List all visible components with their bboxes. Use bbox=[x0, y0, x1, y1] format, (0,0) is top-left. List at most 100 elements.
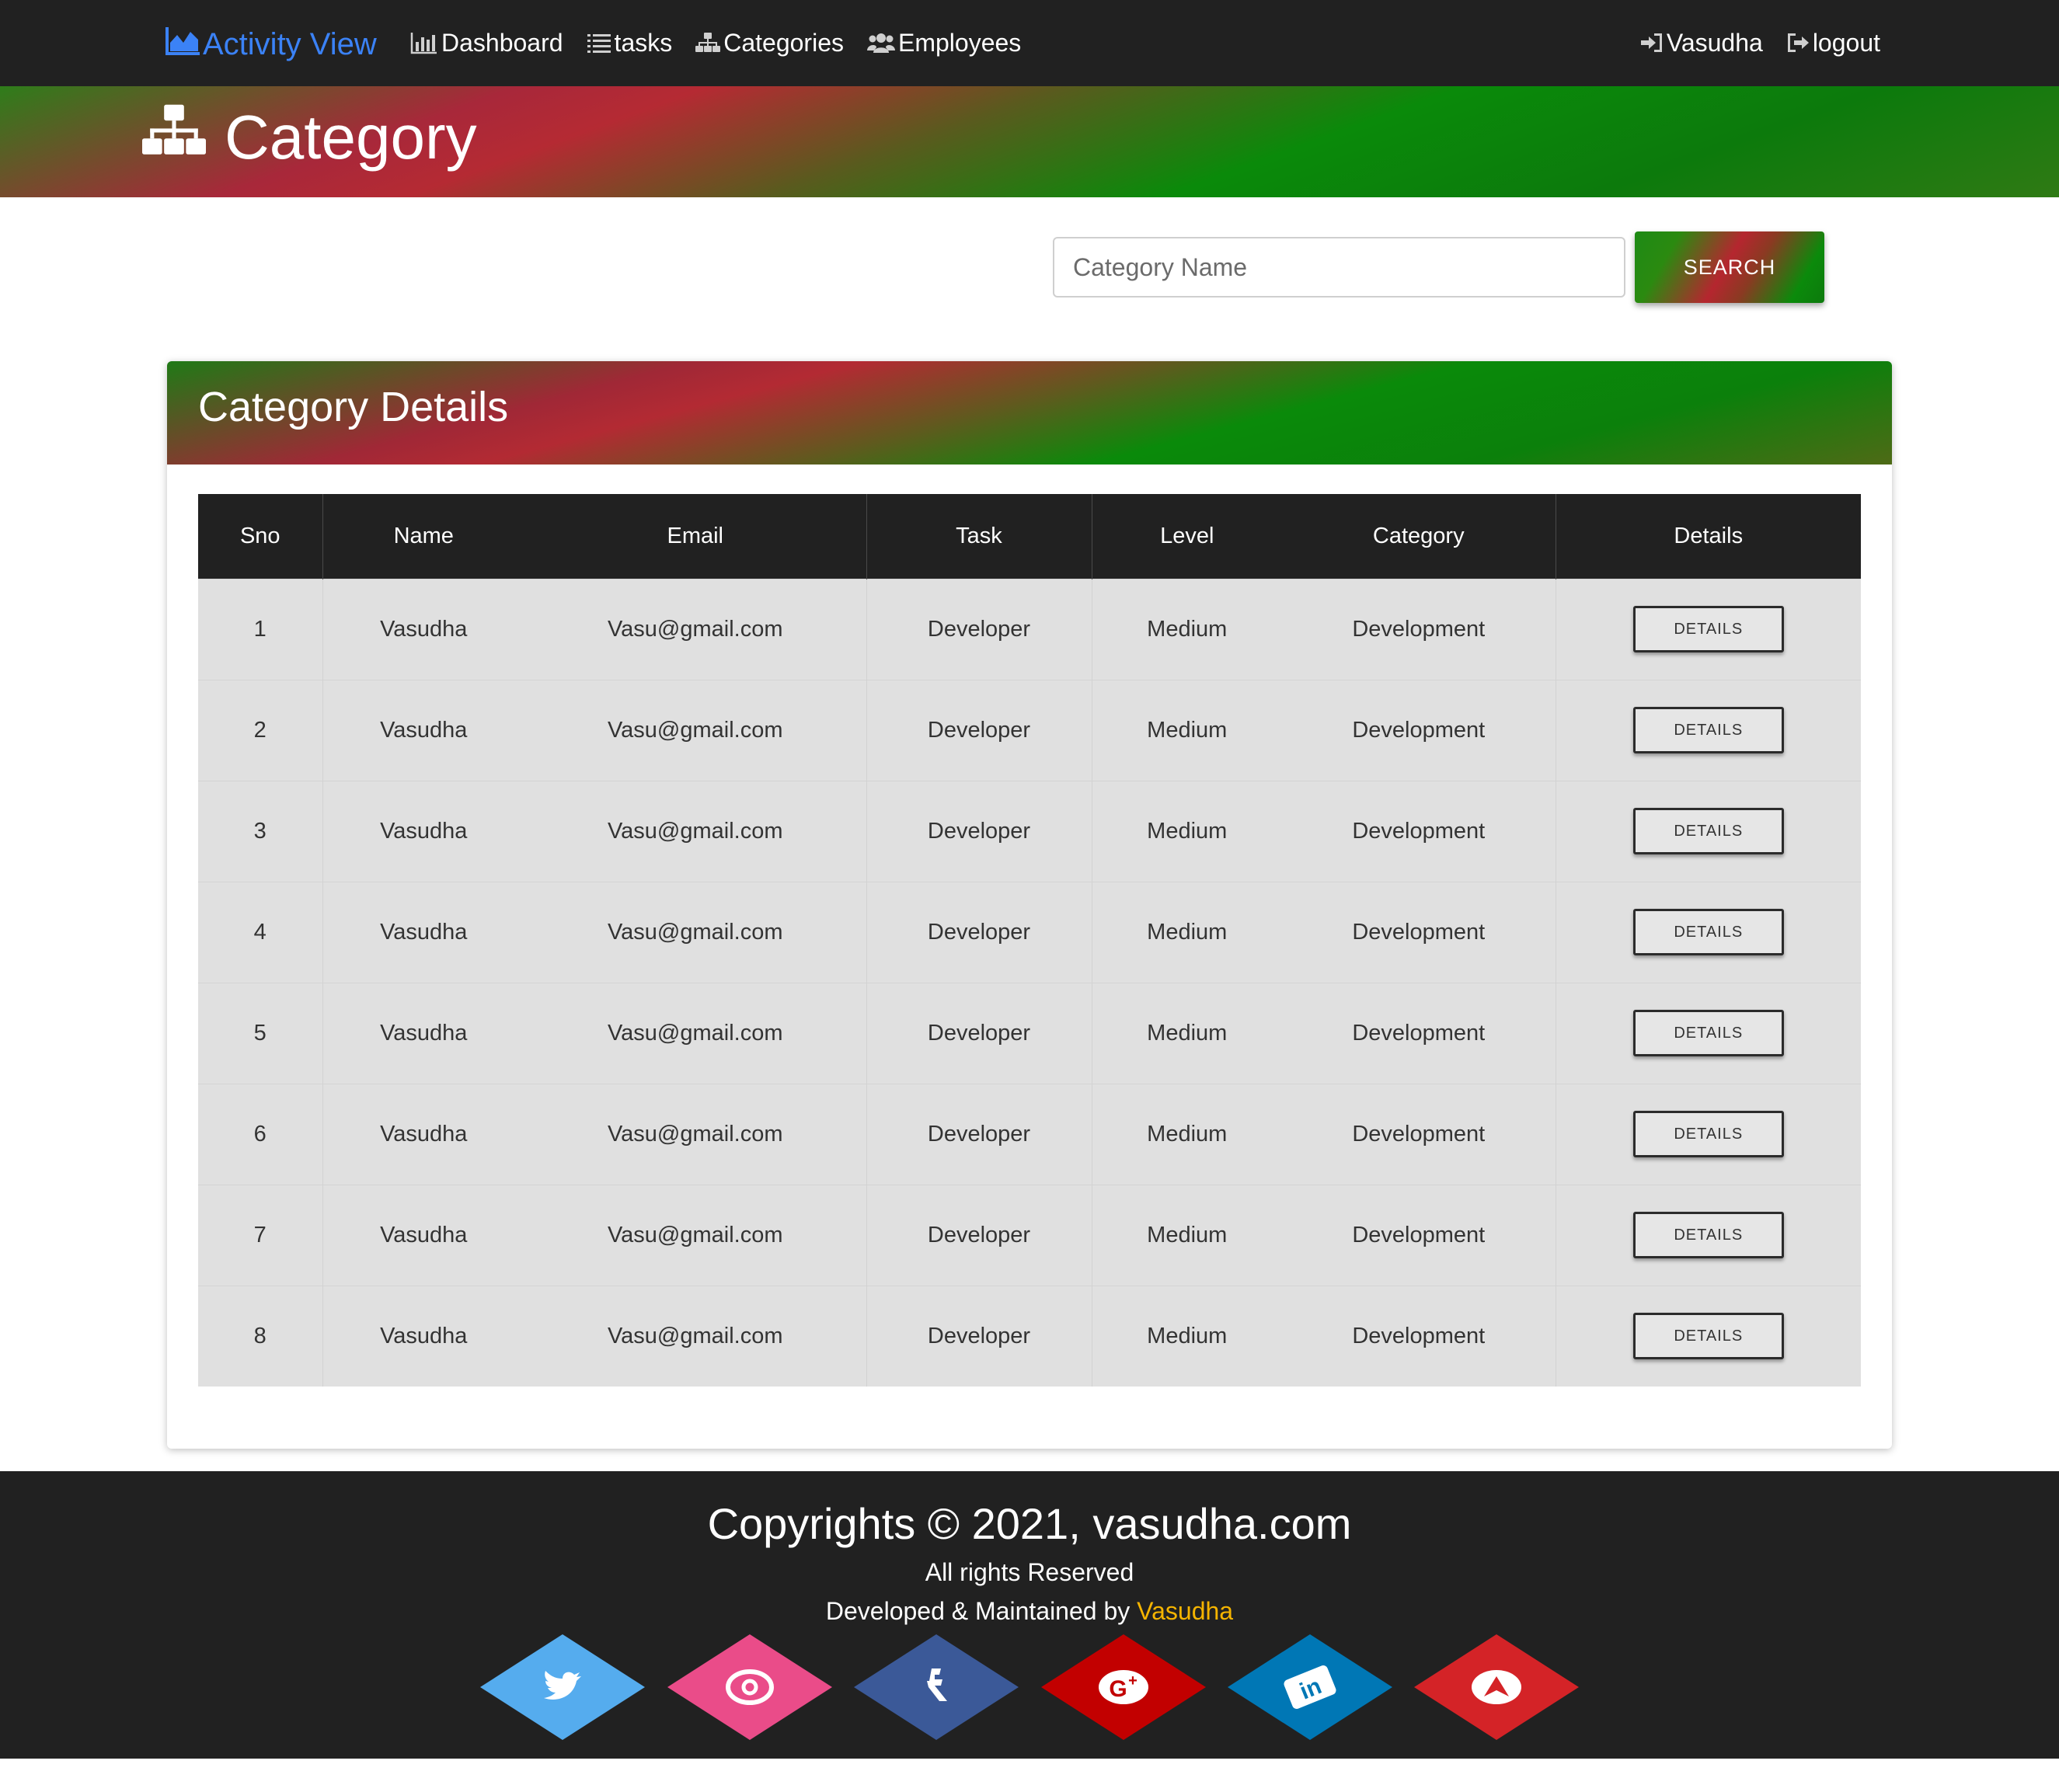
page-footer: Copyrights © 2021, vasudha.com All right… bbox=[0, 1471, 2059, 1759]
social-linkedin[interactable]: in bbox=[1228, 1634, 1392, 1740]
cell-task: Developer bbox=[866, 881, 1092, 983]
cell-email: Vasu@gmail.com bbox=[524, 982, 867, 1084]
paper-plane-icon bbox=[1414, 1634, 1579, 1740]
nav-logout-label: logout bbox=[1812, 28, 1880, 57]
social-twitter[interactable] bbox=[480, 1634, 645, 1740]
column-header-email: Email bbox=[524, 494, 867, 579]
cell-category: Development bbox=[1282, 679, 1556, 781]
details-button[interactable]: DETAILS bbox=[1632, 1010, 1784, 1056]
cell-level: Medium bbox=[1092, 881, 1282, 983]
sitemap-icon bbox=[695, 32, 721, 54]
details-button[interactable]: DETAILS bbox=[1632, 1111, 1784, 1157]
cell-category: Development bbox=[1282, 1083, 1556, 1185]
card-header: Category Details bbox=[167, 361, 1892, 465]
developer-link[interactable]: Vasudha bbox=[1137, 1597, 1233, 1625]
footer-rights: All rights Reserved bbox=[925, 1558, 1134, 1586]
cell-sno: 5 bbox=[198, 982, 323, 1084]
cell-category: Development bbox=[1282, 578, 1556, 680]
details-button[interactable]: DETAILS bbox=[1632, 909, 1784, 955]
cell-category: Development bbox=[1282, 1285, 1556, 1387]
cell-level: Medium bbox=[1092, 1083, 1282, 1185]
cell-level: Medium bbox=[1092, 982, 1282, 1084]
cell-name: Vasudha bbox=[322, 1285, 524, 1387]
column-header-sno: Sno bbox=[198, 494, 323, 579]
social-paper-plane[interactable] bbox=[1414, 1634, 1579, 1740]
table-row: 2 Vasudha Vasu@gmail.com Developer Medium Dev… bbox=[198, 679, 1861, 781]
cell-details: DETAILS bbox=[1556, 679, 1861, 781]
cell-details: DETAILS bbox=[1556, 1285, 1861, 1387]
column-header-name: Name bbox=[322, 494, 524, 579]
sign-out-icon bbox=[1786, 32, 1810, 54]
nav-categories[interactable]: Categories bbox=[695, 29, 844, 57]
cell-category: Development bbox=[1282, 1184, 1556, 1286]
cell-name: Vasudha bbox=[322, 679, 524, 781]
social-google-plus[interactable]: G + bbox=[1041, 1634, 1206, 1740]
cell-name: Vasudha bbox=[322, 1184, 524, 1286]
category-search-input[interactable] bbox=[1053, 237, 1625, 298]
nav-logout[interactable]: logout bbox=[1786, 29, 1880, 57]
table-row: 8 Vasudha Vasu@gmail.com Developer Medium Dev… bbox=[198, 1285, 1861, 1387]
social-facebook[interactable] bbox=[854, 1634, 1019, 1740]
cell-level: Medium bbox=[1092, 578, 1282, 680]
bar-chart-icon bbox=[410, 31, 438, 54]
cell-email: Vasu@gmail.com bbox=[524, 1285, 867, 1387]
nav-user-label: Vasudha bbox=[1666, 28, 1763, 57]
nav-employees-label: Employees bbox=[897, 28, 1022, 57]
nav-user[interactable]: Vasudha bbox=[1640, 29, 1763, 57]
brand-label: Activity View bbox=[203, 26, 377, 61]
details-button[interactable]: DETAILS bbox=[1632, 606, 1784, 652]
cell-details: DETAILS bbox=[1556, 881, 1861, 983]
top-navbar: Activity View Dashboard tasks Categories… bbox=[0, 0, 2059, 86]
cell-task: Developer bbox=[866, 982, 1092, 1084]
svg-text:+: + bbox=[1128, 1672, 1138, 1689]
column-header-level: Level bbox=[1092, 494, 1282, 579]
cell-sno: 7 bbox=[198, 1184, 323, 1286]
cell-details: DETAILS bbox=[1556, 780, 1861, 882]
users-icon bbox=[866, 32, 895, 54]
details-button[interactable]: DETAILS bbox=[1632, 808, 1784, 854]
details-button[interactable]: DETAILS bbox=[1632, 1313, 1784, 1360]
sign-in-icon bbox=[1640, 32, 1664, 54]
cell-category: Development bbox=[1282, 780, 1556, 882]
table-row: 4 Vasudha Vasu@gmail.com Developer Medium Dev… bbox=[198, 881, 1861, 983]
cell-level: Medium bbox=[1092, 1184, 1282, 1286]
linkedin-icon: in bbox=[1228, 1634, 1392, 1740]
cell-details: DETAILS bbox=[1556, 982, 1861, 1084]
cell-task: Developer bbox=[866, 1285, 1092, 1387]
cell-details: DETAILS bbox=[1556, 1184, 1861, 1286]
cell-email: Vasu@gmail.com bbox=[524, 881, 867, 983]
search-button[interactable]: SEARCH bbox=[1635, 231, 1824, 303]
cell-email: Vasu@gmail.com bbox=[524, 1184, 867, 1286]
cell-task: Developer bbox=[866, 1083, 1092, 1185]
svg-text:G: G bbox=[1109, 1676, 1127, 1702]
brand-link[interactable]: Activity View bbox=[165, 25, 377, 64]
cell-category: Development bbox=[1282, 982, 1556, 1084]
cell-sno: 4 bbox=[198, 881, 323, 983]
footer-copyright: Copyrights © 2021, vasudha.com bbox=[707, 1499, 1352, 1548]
cell-sno: 6 bbox=[198, 1083, 323, 1185]
details-button[interactable]: DETAILS bbox=[1632, 1212, 1784, 1258]
cell-details: DETAILS bbox=[1556, 1083, 1861, 1185]
cell-name: Vasudha bbox=[322, 578, 524, 680]
cell-name: Vasudha bbox=[322, 982, 524, 1084]
twitter-icon bbox=[480, 1634, 645, 1740]
nav-tasks-label: tasks bbox=[614, 28, 673, 57]
nav-employees[interactable]: Employees bbox=[866, 28, 1022, 57]
developed-by-prefix: Developed & Maintained by bbox=[825, 1597, 1138, 1625]
details-button[interactable]: DETAILS bbox=[1632, 707, 1784, 753]
cell-details: DETAILS bbox=[1556, 578, 1861, 680]
table-row: 6 Vasudha Vasu@gmail.com Developer Medium Dev… bbox=[198, 1083, 1861, 1185]
nav-tasks[interactable]: tasks bbox=[587, 28, 673, 57]
table-body: 1 Vasudha Vasu@gmail.com Developer Medium Dev… bbox=[198, 578, 1861, 1387]
category-table: Sno Name Email Task Level Category Detai… bbox=[198, 494, 1861, 1387]
page-title: Category bbox=[142, 102, 477, 173]
cell-sno: 3 bbox=[198, 780, 323, 882]
sitemap-icon bbox=[142, 102, 225, 173]
cell-sno: 8 bbox=[198, 1285, 323, 1387]
page-banner: Category bbox=[0, 86, 2059, 197]
table-row: 3 Vasudha Vasu@gmail.com Developer Medium Dev… bbox=[198, 780, 1861, 882]
social-dribbble[interactable] bbox=[667, 1634, 832, 1740]
column-header-details: Details bbox=[1556, 494, 1861, 579]
list-icon bbox=[587, 32, 611, 54]
nav-dashboard[interactable]: Dashboard bbox=[410, 29, 563, 57]
